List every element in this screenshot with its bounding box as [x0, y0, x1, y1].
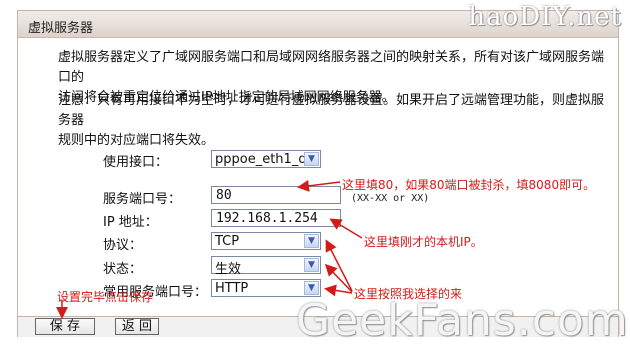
interface-label: 使用接口： [103, 155, 169, 170]
annotation-ip: 这里填刚才的本机IP。 [364, 235, 483, 249]
protocol-select-value: TCP [215, 234, 240, 249]
ip-input[interactable]: 192.168.1.254 [211, 209, 341, 227]
status-select[interactable]: 生效 ▼ [211, 256, 321, 277]
note-line-1: 注意：只有可用接口不为空时，才可进行虚拟服务器设置。如果开启了远端管理功能，则虚… [58, 93, 605, 128]
port-label: 服务端口号： [103, 192, 182, 207]
interface-select-value: pppoe_eth1_d [215, 152, 307, 167]
interface-select[interactable]: pppoe_eth1_d ▼ [211, 150, 321, 168]
status-select-value: 生效 [215, 262, 242, 277]
port-format-hint: (XX-XX or XX) [351, 193, 430, 204]
annotation-port: 这里填80，如果80端口被封杀，填8080即可。 [342, 178, 596, 192]
chevron-down-icon[interactable]: ▼ [304, 281, 319, 295]
note-line-2: 规则中的对应端口将失效。 [58, 133, 215, 148]
annotation-save: 设置完毕点击保存 [57, 290, 154, 304]
intro-line-1: 虚拟服务器定义了广域网服务端口和局域网网络服务器之间的映射关系，所有对该广域网服… [58, 50, 605, 85]
watermark-haodiy: haoDIY.net [468, 2, 622, 32]
protocol-label: 协议： [103, 238, 143, 253]
watermark-geekfans: GeekFans.com [296, 295, 629, 346]
save-button[interactable]: 保 存 [35, 318, 95, 335]
ip-label: IP 地址： [103, 215, 158, 230]
note-text: 注意：只有可用接口不为空时，才可进行虚拟服务器设置。如果开启了远端管理功能，则虚… [58, 91, 608, 151]
chevron-down-icon[interactable]: ▼ [304, 234, 319, 248]
common-port-select-value: HTTP [215, 281, 249, 296]
protocol-select[interactable]: TCP ▼ [211, 232, 321, 250]
port-input[interactable]: 80 [211, 186, 341, 204]
status-label: 状态： [103, 262, 143, 277]
back-button[interactable]: 返 回 [115, 318, 159, 335]
page-title: 虚拟服务器 [28, 21, 94, 36]
chevron-down-icon[interactable]: ▼ [304, 258, 319, 272]
chevron-down-icon[interactable]: ▼ [304, 152, 319, 166]
